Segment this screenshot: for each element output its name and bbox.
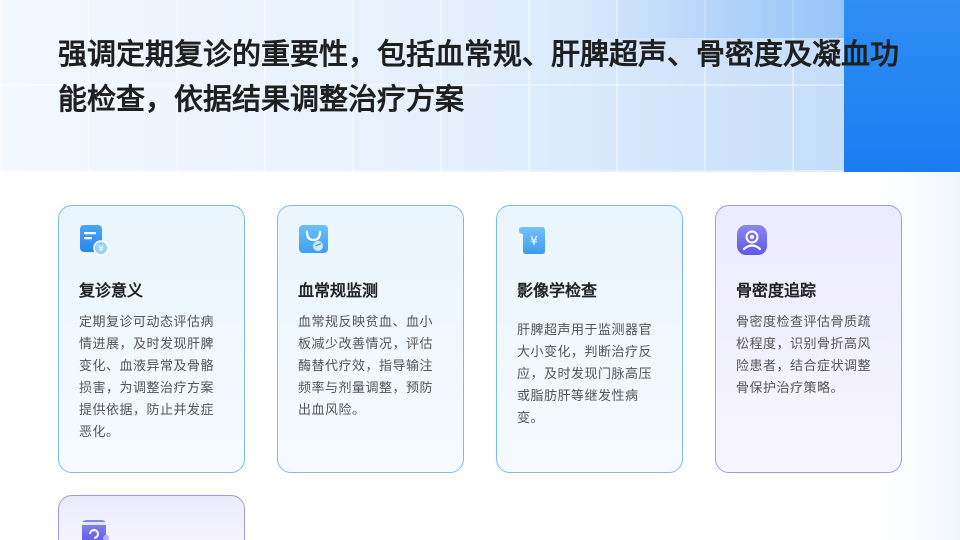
scroll-yen-icon: ¥ <box>517 224 547 256</box>
page-title: 强调定期复诊的重要性，包括血常规、肝脾超声、骨密度及凝血功能检查，依据结果调整治… <box>58 37 900 116</box>
svg-text:¥: ¥ <box>98 245 104 255</box>
bag-refresh-icon <box>79 514 109 540</box>
card-text: 肝脾超声用于监测器官大小变化，判断治疗反应，及时发现门脉高压或脂肪肝等继发性病变… <box>517 323 653 426</box>
card-title: 血常规监测 <box>298 281 379 300</box>
card-revisit-significance: ¥ 复诊意义 定期复诊可动态评估病情进展，及时发现肝脾变化、血液异常及骨骼损害，… <box>58 205 245 473</box>
card-title: 影像学检查 <box>517 281 598 300</box>
header-banner: 强调定期复诊的重要性，包括血常规、肝脾超声、骨密度及凝血功能检查，依据结果调整治… <box>0 0 960 172</box>
shopping-bag-icon <box>298 224 328 256</box>
card-text: 定期复诊可动态评估病情进展，及时发现肝脾变化、血液异常及骨骼损害，为调整治疗方案… <box>79 315 215 440</box>
card-title: 骨密度追踪 <box>736 281 817 300</box>
document-yen-icon: ¥ <box>79 224 109 256</box>
card-text: 血常规反映贫血、血小板减少改善情况，评估酶替代疗效，指导输注频率与剂量调整，预防… <box>298 315 434 418</box>
card-coagulation <box>58 495 245 540</box>
card-title: 复诊意义 <box>79 281 144 300</box>
card-text: 骨密度检查评估骨质疏松程度，识别骨折高风险患者，结合症状调整骨保护治疗策略。 <box>736 315 872 396</box>
svg-text:¥: ¥ <box>530 234 538 248</box>
card-blood-routine: 血常规监测 血常规反映贫血、血小板减少改善情况，评估酶替代疗效，指导输注频率与剂… <box>277 205 464 473</box>
card-bone-density: 骨密度追踪 骨密度检查评估骨质疏松程度，识别骨折高风险患者，结合症状调整骨保护治… <box>715 205 902 473</box>
user-badge-icon <box>736 224 767 256</box>
card-imaging-exam: ¥ 影像学检查 肝脾超声用于监测器官大小变化，判断治疗反应，及时发现门脉高压或脂… <box>496 205 683 473</box>
